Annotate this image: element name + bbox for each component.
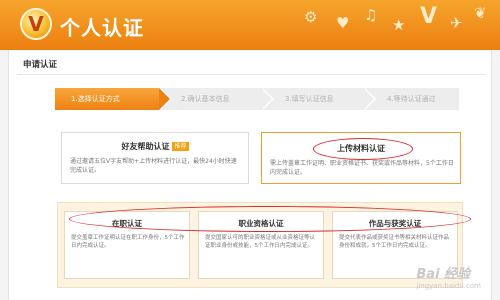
step-3: 3.填写认证信息 [261, 88, 376, 110]
heart-icon: ♥ [336, 14, 350, 32]
works-awards-cert-desc: 提交代表作品或获奖证书等相关材料认证作品身份和成就，5个工作日内完成认证。 [339, 235, 450, 249]
v-mark-icon: V [420, 4, 438, 29]
qualification-cert-option[interactable]: 职业资格认证 提交国家认可的职业资格证或从业资格证等认证职业身份或技能，5个工作… [198, 211, 324, 279]
v-logo-icon: V [20, 8, 52, 40]
works-awards-cert-title: 作品与获奖认证 [368, 219, 422, 228]
app-header: V 个人认证 ⚙ ♥ ♫ ★ V ✈ ❦ [0, 0, 500, 50]
employment-cert-option[interactable]: 在职认证 提交盖章工作证明认证在职工作身份，5个工作日内完成认证。 [64, 211, 190, 279]
step-progress: 1.选择认证方式 2.确认基本信息 3.填写认证信息 4.等待认证通过 [55, 88, 459, 110]
sub-options-area: 在职认证 提交盖章工作证明认证在职工作身份，5个工作日内完成认证。 职业资格认证… [57, 202, 463, 288]
step-2: 2.确认基本信息 [159, 88, 274, 110]
employment-cert-desc: 提交盖章工作证明认证在职工作身份，5个工作日内完成认证。 [71, 235, 185, 249]
upload-material-desc: 需上传盖章工作证明、职业资格证书、获奖或作品等材料，5个工作日内完成认证。 [270, 160, 454, 176]
baidu-jingyan-watermark: Bai 经验 jingyan.baidu.com [416, 267, 481, 290]
friend-help-option[interactable]: 好友帮助认证 推荐 通过邀请五位V字友帮助+上传材料进行认证，最快24小时快速完成… [61, 132, 249, 184]
divider [17, 74, 485, 75]
application-panel: 申请认证 1.选择认证方式 2.确认基本信息 3.填写认证信息 4.等待认证通过… [8, 50, 492, 300]
employment-cert-title: 在职认证 [112, 219, 142, 228]
camera-icon: ⚙ [304, 8, 318, 26]
upload-material-title: 上传材料认证 [337, 144, 385, 153]
airplane-icon: ✈ [450, 14, 463, 32]
friend-help-title: 好友帮助认证 推荐 [121, 142, 189, 151]
leaf-icon: ❦ [474, 4, 487, 22]
panel-title: 申请认证 [23, 60, 58, 70]
upload-material-option[interactable]: 上传材料认证 需上传盖章工作证明、职业资格证书、获奖或作品等材料，5个工作日内完… [261, 132, 461, 184]
step-4: 4.等待认证通过 [363, 88, 459, 110]
qualification-cert-desc: 提交国家认可的职业资格证或从业资格证等认证职业身份或技能，5个工作日内完成认证。 [205, 235, 316, 249]
step-1: 1.选择认证方式 [55, 88, 172, 110]
star-icon: ★ [392, 16, 406, 34]
app-title: 个人认证 [60, 16, 144, 40]
recommend-badge: 推荐 [172, 142, 189, 151]
friend-help-desc: 通过邀请五位V字友帮助+上传材料进行认证，最快24小时快速完成认证。 [70, 158, 237, 174]
qualification-cert-title: 职业资格认证 [238, 219, 284, 228]
music-note-icon: ♫ [364, 6, 378, 24]
